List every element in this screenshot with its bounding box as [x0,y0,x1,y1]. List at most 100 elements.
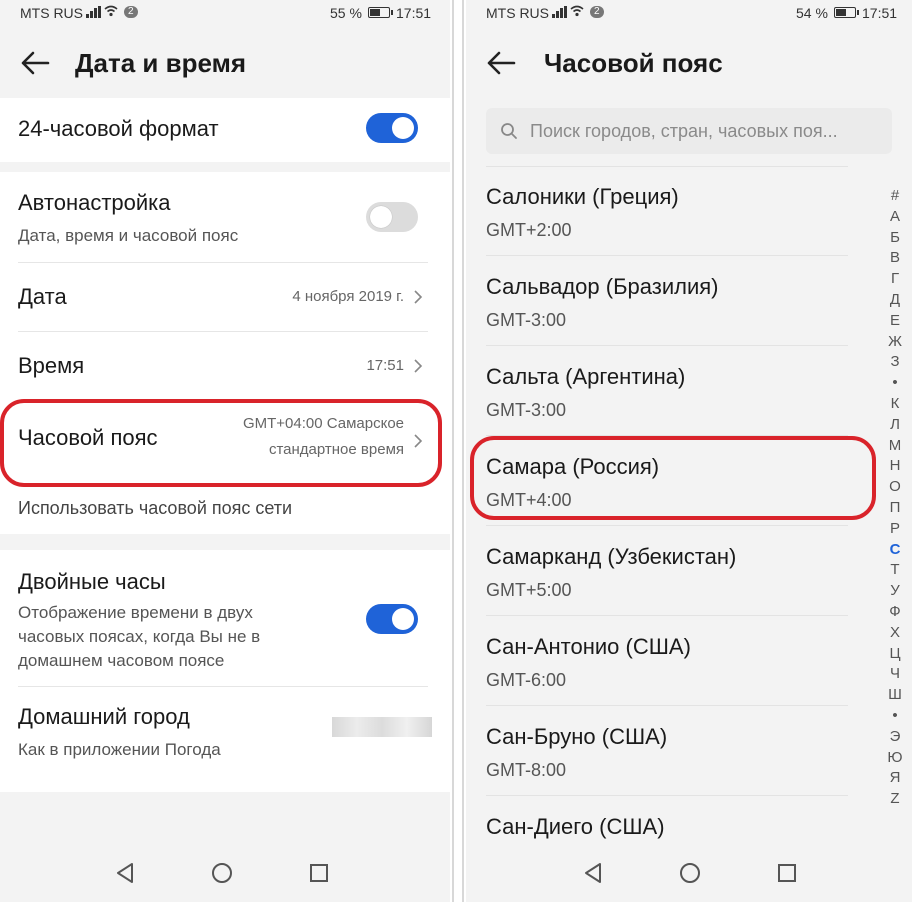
search-bar[interactable] [486,108,898,154]
page-title: Дата и время [75,48,246,78]
status-bar: MTS RUS 2 55 % 17:51 [0,0,450,26]
square-recents-icon[interactable] [777,863,797,883]
timezone-item[interactable]: Сан-Антонио (США) GMT-6:00 [486,616,848,706]
index-letter[interactable]: Ф [884,602,906,623]
carrier-label: MTS RUS [20,5,83,21]
chevron-right-icon [414,290,423,304]
row-sublabel-line2: часовых поясах, когда Вы не в [18,627,261,646]
timezone-city: Сальвадор (Бразилия) [486,274,719,299]
row-auto-setup[interactable]: Автонастройка Дата, время и часовой пояс [0,172,450,262]
alphabet-index[interactable]: # А Б В Г Д Е Ж З • К Л М Н О П Р С Т У Ф Х Ц Ч Ш • Э Ю Я Z [884,186,906,810]
settings-card-format: 24-часовой формат [0,98,450,162]
row-label: Дата [18,284,67,309]
row-label: Время [18,353,85,378]
timezone-item[interactable]: Салоники (Греция) GMT+2:00 [486,166,848,256]
page-title: Часовой пояс [544,48,723,78]
index-letter[interactable]: Н [884,456,906,477]
nav-bar [466,846,912,902]
left-screen: MTS RUS 2 55 % 17:51 Дата и время 24-час… [0,0,450,902]
index-letter[interactable]: Д [884,290,906,311]
index-letter[interactable]: Б [884,228,906,249]
index-letter[interactable]: Я [884,768,906,789]
circle-home-icon[interactable] [679,862,701,884]
timezone-offset: GMT-3:00 [486,400,567,420]
status-bar: MTS RUS 2 54 % 17:51 [466,0,912,26]
time-value: 17:51 [366,357,404,374]
row-24h-format[interactable]: 24-часовой формат [0,98,450,162]
back-arrow-icon[interactable] [20,50,50,76]
timezone-offset: GMT-3:00 [486,310,567,330]
index-letter[interactable]: Ю [884,748,906,769]
index-letter[interactable]: К [884,394,906,415]
index-letter[interactable]: Z [884,789,906,810]
status-clock: 17:51 [396,5,432,21]
index-letter[interactable]: М [884,436,906,457]
timezone-city: Сан-Диего (США) [486,814,665,839]
index-letter[interactable]: Ш [884,685,906,706]
timezone-city: Сан-Бруно (США) [486,724,668,749]
search-input[interactable] [530,116,898,146]
row-sublabel: Дата, время и часовой пояс [18,226,239,245]
index-letter[interactable]: У [884,581,906,602]
timezone-item[interactable]: Самарканд (Узбекистан) GMT+5:00 [486,526,848,616]
settings-card-datetime: Автонастройка Дата, время и часовой пояс… [0,172,450,534]
index-letter[interactable]: Т [884,560,906,581]
index-letter[interactable]: Ц [884,644,906,665]
row-label: 24-часовой формат [18,116,219,141]
right-screen: MTS RUS 2 54 % 17:51 Часовой пояс Салони… [466,0,912,902]
index-letter[interactable]: • [884,373,906,394]
timezone-item[interactable]: Сальта (Аргентина) GMT-3:00 [486,346,848,436]
row-label: Двойные часы [18,569,166,594]
screen-divider [450,0,466,902]
index-letter[interactable]: А [884,207,906,228]
battery-icon [834,7,859,18]
timezone-city: Салоники (Греция) [486,184,679,209]
back-arrow-icon[interactable] [486,50,516,76]
wifi-icon [104,5,118,17]
search-icon [501,123,517,139]
row-home-city[interactable]: Домашний город Как в приложении Погода [0,687,450,775]
index-letter[interactable]: Л [884,415,906,436]
row-dual-clock[interactable]: Двойные часы Отображение времени в двух … [0,550,450,686]
timezone-city: Сан-Антонио (США) [486,634,691,659]
row-label: Автонастройка [18,190,171,215]
index-letter[interactable]: Р [884,519,906,540]
index-letter[interactable]: П [884,498,906,519]
timezone-city: Самарканд (Узбекистан) [486,544,737,569]
square-recents-icon[interactable] [309,863,329,883]
index-letter[interactable]: Г [884,269,906,290]
timezone-item[interactable]: Сальвадор (Бразилия) GMT-3:00 [486,256,848,346]
timezone-offset: GMT+5:00 [486,580,572,600]
timezone-city: Сальта (Аргентина) [486,364,686,389]
timezone-highlight [0,399,442,487]
toggle-dual-clock[interactable] [366,604,418,634]
index-letter[interactable]: # [884,186,906,207]
circle-home-icon[interactable] [211,862,233,884]
status-clock: 17:51 [862,5,898,21]
home-city-value-blurred [332,717,432,737]
row-network-timezone[interactable]: Использовать часовой пояс сети [0,490,450,534]
toggle-24h-format[interactable] [366,113,418,143]
index-letter[interactable]: З [884,352,906,373]
index-letter[interactable]: Е [884,311,906,332]
row-date[interactable]: Дата 4 ноября 2019 г. [0,263,450,331]
row-label: Использовать часовой пояс сети [18,498,293,518]
row-time[interactable]: Время 17:51 [0,332,450,400]
triangle-back-icon[interactable] [116,862,134,884]
index-letter[interactable]: Ч [884,664,906,685]
index-letter[interactable]: С [884,540,906,561]
toggle-auto-setup[interactable] [366,202,418,232]
settings-card-dual-clock: Двойные часы Отображение времени в двух … [0,550,450,792]
timezone-item[interactable]: Сан-Бруно (США) GMT-8:00 [486,706,848,796]
triangle-back-icon[interactable] [584,862,602,884]
index-letter[interactable]: Х [884,623,906,644]
battery-icon [368,7,393,18]
index-letter[interactable]: О [884,477,906,498]
row-sublabel-line3: домашнем часовом поясе [18,651,225,670]
signal-icon [552,6,567,18]
index-letter[interactable]: Ж [884,332,906,353]
notification-badge: 2 [124,6,138,18]
index-letter[interactable]: • [884,706,906,727]
index-letter[interactable]: В [884,248,906,269]
index-letter[interactable]: Э [884,727,906,748]
